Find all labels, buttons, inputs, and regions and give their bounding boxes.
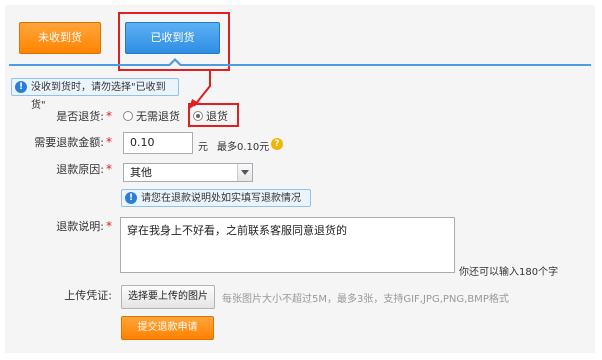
notice-bar: ! 没收到货时，请勿选择"已收到货" [11, 78, 179, 111]
question-icon[interactable]: ? [271, 138, 283, 150]
reason-tip: ! 请您在退款说明处如实填写退款情况 [121, 189, 311, 207]
refund-reason-select[interactable]: 其他 [123, 163, 253, 182]
refund-description-label-text: 退款说明: [56, 220, 104, 233]
upload-hint: 每张图片大小不超过5M，最多3张，支持GIF,JPG,PNG,BMP格式 [222, 294, 509, 305]
highlight-box-return [188, 103, 239, 127]
required-mark: * [106, 162, 112, 176]
choose-image-button[interactable]: 选择要上传的图片 [121, 285, 215, 309]
refund-description-textarea[interactable]: 穿在我身上不好看，之前联系客服同意退货的 [120, 217, 455, 273]
refund-reason-selected: 其他 [130, 166, 152, 179]
currency-unit: 元 [198, 142, 208, 153]
tab-not-received[interactable]: 未收到货 [19, 22, 101, 54]
radio-no-return-label[interactable]: 无需退货 [136, 108, 180, 124]
tab-pointer-inner [170, 61, 180, 66]
refund-reason-label: 退款原因: * [20, 161, 112, 177]
required-mark: * [106, 219, 112, 233]
refund-amount-label-text: 需要退款金额: [34, 136, 104, 149]
submit-refund-button[interactable]: 提交退款申请 [121, 316, 214, 340]
char-count-hint: 你还可以输入180个字 [459, 267, 559, 278]
info-icon: ! [15, 81, 27, 93]
upload-label: 上传凭证: [64, 289, 112, 302]
return-goods-label: 是否退货: * [20, 108, 112, 124]
tab-underline [9, 64, 591, 66]
radio-no-return[interactable] [123, 111, 133, 121]
max-amount-hint: 最多0.10元 [217, 142, 270, 153]
refund-description-label: 退款说明: * [20, 218, 112, 234]
info-icon: ! [125, 192, 137, 204]
required-mark: * [106, 109, 112, 123]
chevron-down-icon[interactable] [237, 164, 252, 181]
return-goods-label-text: 是否退货: [56, 110, 104, 123]
reason-tip-text: 请您在退款说明处如实填写退款情况 [141, 193, 301, 204]
required-mark: * [106, 135, 112, 149]
refund-amount-input[interactable]: 0.10 [123, 132, 193, 154]
refund-reason-label-text: 退款原因: [56, 163, 104, 176]
refund-amount-label: 需要退款金额: * [10, 134, 112, 150]
